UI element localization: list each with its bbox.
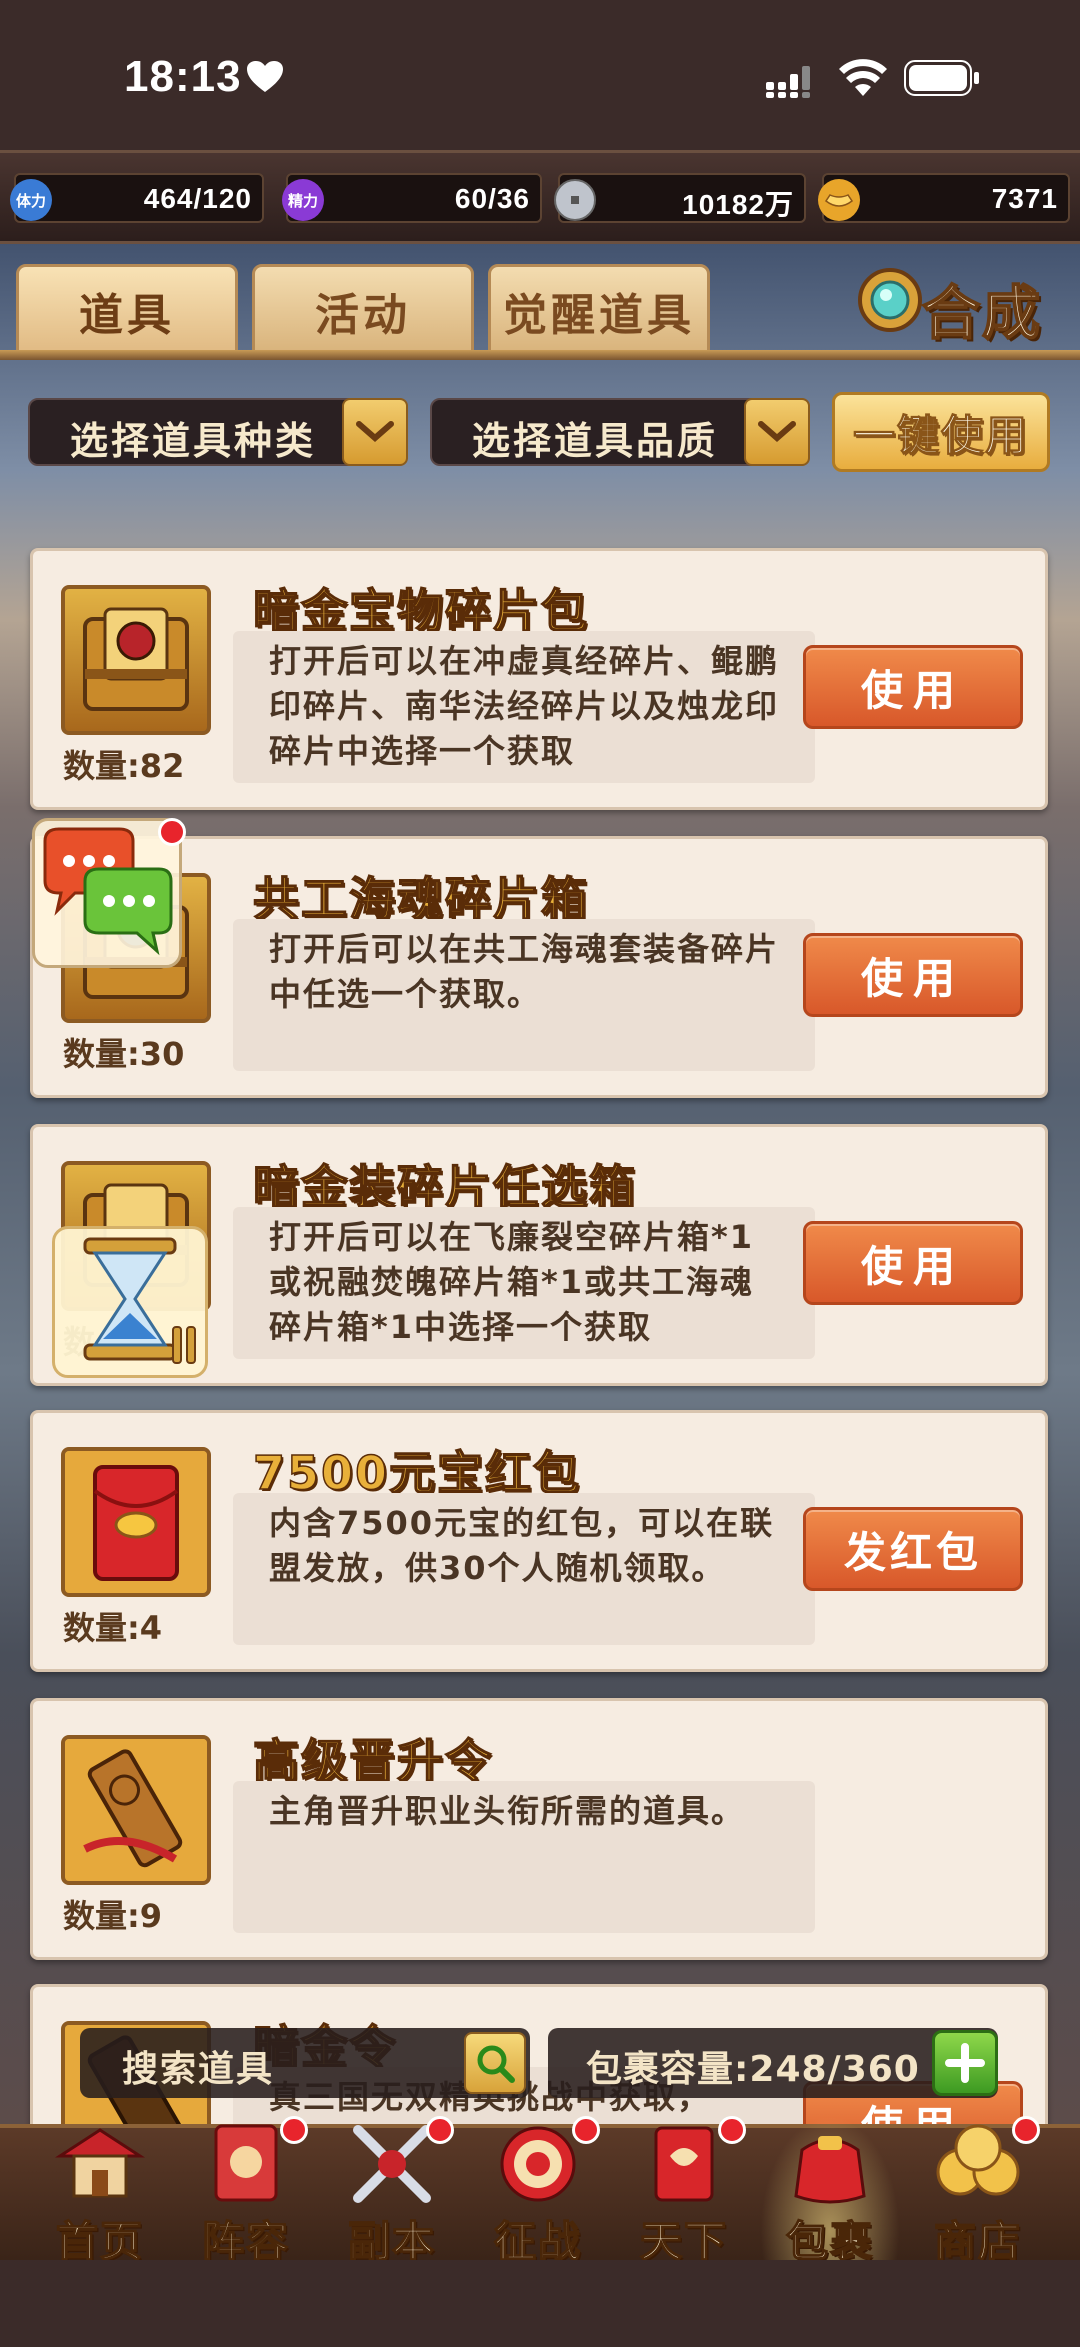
gold-value: 7371 <box>991 183 1058 214</box>
heart-icon <box>247 61 283 92</box>
home-indicator-area <box>0 2260 1080 2347</box>
hourglass-icon <box>83 1237 196 1364</box>
energy-icon: 精力 <box>282 179 324 221</box>
resource-bar: 体力 464/120 精力 60/36 10182万 7371 <box>0 150 1080 244</box>
chat-button[interactable] <box>32 818 182 968</box>
notification-badge <box>1012 2116 1040 2144</box>
red-envelope-icon <box>61 1447 211 1597</box>
pagoda-icon <box>54 2128 146 2198</box>
bag-capacity-label: 包裹容量:248/360 <box>586 2049 920 2090</box>
nav-world[interactable]: 天下 <box>614 2116 754 2267</box>
search-icon[interactable] <box>464 2032 526 2094</box>
plus-icon <box>945 2043 985 2083</box>
nav-campaign[interactable]: 征战 <box>468 2116 608 2267</box>
tabs-divider <box>0 350 1080 360</box>
item-quantity: 数量:9 <box>63 1897 163 1935</box>
gold-ingot-icon <box>818 179 860 221</box>
item-type-label: 选择道具种类 <box>70 419 317 463</box>
notification-badge <box>718 2116 746 2144</box>
item-card: 数量:82 暗金宝物碎片包 打开后可以在冲虚真经碎片、鲲鹏印碎片、南华法经碎片以… <box>30 548 1048 810</box>
hourglass-button[interactable] <box>52 1226 208 1378</box>
tab-items[interactable]: 道具 <box>16 264 238 358</box>
item-quantity: 数量:82 <box>63 747 185 785</box>
search-placeholder: 搜索道具 <box>122 2049 275 2090</box>
use-button[interactable]: 使用 <box>803 1221 1023 1305</box>
use-button[interactable]: 使用 <box>803 933 1023 1017</box>
item-card: 数量:4 7500元宝红包 内含7500元宝的红包，可以在联盟发放，供30个人随… <box>30 1410 1048 1672</box>
notification-badge <box>572 2116 600 2144</box>
expand-capacity-button[interactable] <box>932 2030 998 2096</box>
nav-lineup[interactable]: 阵容 <box>176 2116 316 2267</box>
energy-value: 60/36 <box>454 183 530 214</box>
item-description: 主角晋升职业头衔所需的道具。 <box>233 1781 815 1933</box>
item-card: 数量:9 高级晋升令 主角晋升职业头衔所需的道具。 <box>30 1698 1048 1960</box>
item-quality-label: 选择道具品质 <box>472 419 719 463</box>
status-bar: 18:13 <box>0 0 1080 150</box>
use-button[interactable]: 使用 <box>803 645 1023 729</box>
nav-dungeon[interactable]: 副本 <box>322 2116 462 2267</box>
stamina-resource[interactable]: 体力 464/120 <box>10 173 264 223</box>
item-quantity: 数量:30 <box>63 1035 185 1073</box>
cellular-signal-icon <box>766 66 810 98</box>
stamina-icon: 体力 <box>10 179 52 221</box>
item-description: 打开后可以在飞廉裂空碎片箱*1或祝融焚魄碎片箱*1或共工海魂碎片箱*1中选择一个… <box>233 1207 815 1359</box>
token-icon <box>61 1735 211 1885</box>
notification-badge <box>280 2116 308 2144</box>
gold-resource[interactable]: 7371 <box>818 173 1070 223</box>
tab-events[interactable]: 活动 <box>252 264 474 358</box>
item-quality-dropdown[interactable]: 选择道具品质 <box>430 398 810 466</box>
tab-awakening-items[interactable]: 觉醒道具 <box>488 264 710 358</box>
item-description: 打开后可以在共工海魂套装备碎片中任选一个获取。 <box>233 919 815 1071</box>
chevron-down-icon <box>744 398 810 466</box>
bag-icon <box>794 2136 866 2204</box>
chat-bubbles-icon <box>43 827 173 956</box>
battery-icon <box>904 60 979 96</box>
chevron-down-icon <box>342 398 408 466</box>
item-description: 打开后可以在冲虚真经碎片、鲲鹏印碎片、南华法经碎片以及烛龙印碎片中选择一个获取 <box>233 631 815 783</box>
search-input[interactable]: 搜索道具 <box>80 2028 530 2098</box>
chest-icon <box>61 585 211 735</box>
item-description: 内含7500元宝的红包，可以在联盟发放，供30个人随机领取。 <box>233 1493 815 1645</box>
item-card: 数量:30 共工海魂碎片箱 打开后可以在共工海魂套装备碎片中任选一个获取。 使用 <box>30 836 1048 1098</box>
coins-resource[interactable]: 10182万 <box>554 173 806 223</box>
nav-bag[interactable]: 包裹 <box>760 2116 900 2267</box>
synthesize-button[interactable]: 合成 <box>856 256 1056 348</box>
nav-home[interactable]: 首页 <box>30 2116 170 2267</box>
bag-capacity: 包裹容量:248/360 <box>548 2028 998 2098</box>
use-all-button[interactable]: 一键使用 <box>832 392 1050 472</box>
item-type-dropdown[interactable]: 选择道具种类 <box>28 398 408 466</box>
notification-badge <box>426 2116 454 2144</box>
notification-badge <box>158 818 186 846</box>
nav-shop[interactable]: 商店 <box>908 2116 1048 2267</box>
coin-icon <box>554 179 596 221</box>
item-quantity: 数量:4 <box>63 1609 163 1647</box>
synthesize-label: 合成 <box>921 278 1043 348</box>
wifi-icon <box>839 59 887 96</box>
status-time: 18:13 <box>124 52 242 101</box>
synthesis-gem-icon <box>858 268 922 332</box>
coins-value: 10182万 <box>682 189 794 220</box>
energy-resource[interactable]: 精力 60/36 <box>282 173 542 223</box>
send-red-envelope-button[interactable]: 发红包 <box>803 1507 1023 1591</box>
stamina-value: 464/120 <box>143 183 252 214</box>
